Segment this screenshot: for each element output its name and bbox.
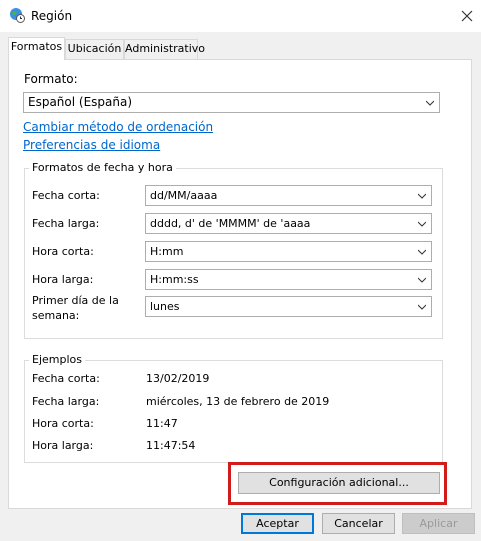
apply-label: Aplicar [419,517,458,530]
tab-label: Ubicación [67,42,122,55]
ok-label: Aceptar [256,517,299,530]
format-dropdown[interactable]: Español (España) [23,92,440,113]
sort-method-link[interactable]: Cambiar método de ordenación [23,120,213,134]
long-date-label: Fecha larga: [32,217,100,230]
additional-settings-button[interactable]: Configuración adicional... [238,472,440,494]
chevron-down-icon [418,249,426,255]
first-day-label: Primer día de la semana: [32,294,119,322]
example-long-time-value: 11:47:54 [146,439,196,452]
long-time-label: Hora larga: [32,273,94,286]
ok-button[interactable]: Aceptar [241,513,314,534]
cancel-label: Cancelar [334,517,383,530]
close-icon [461,10,473,22]
close-button[interactable] [454,4,480,28]
language-preferences-link[interactable]: Preferencias de idioma [23,138,160,152]
examples-group-title: Ejemplos [29,353,85,366]
example-short-date-value: 13/02/2019 [146,372,210,385]
short-time-dropdown[interactable]: H:mm [145,241,432,262]
chevron-down-icon [418,221,426,227]
long-time-dropdown[interactable]: H:mm:ss [145,269,432,290]
long-date-dropdown[interactable]: dddd, d' de 'MMMM' de 'aaaa [145,213,432,234]
example-short-time-label: Hora corta: [32,417,94,430]
example-long-date-label: Fecha larga: [32,395,100,408]
tab-ubicacion[interactable]: Ubicación [65,39,124,59]
window-title: Región [31,9,73,23]
example-short-time-value: 11:47 [146,417,178,430]
first-day-dropdown[interactable]: lunes [145,296,432,317]
short-date-value: dd/MM/aaaa [150,189,218,202]
chevron-down-icon [418,193,426,199]
short-date-label: Fecha corta: [32,189,100,202]
chevron-down-icon [418,304,426,310]
first-day-value: lunes [150,300,180,313]
example-long-time-label: Hora larga: [32,439,94,452]
datetime-group-title: Formatos de fecha y hora [29,161,176,174]
tab-formatos[interactable]: Formatos [8,37,65,60]
chevron-down-icon [426,100,434,106]
chevron-down-icon [418,277,426,283]
globe-clock-icon [9,7,25,23]
example-long-date-value: miércoles, 13 de febrero de 2019 [146,395,330,408]
tab-label: Administrativo [125,42,206,55]
short-time-label: Hora corta: [32,245,94,258]
long-time-value: H:mm:ss [150,273,199,286]
short-time-value: H:mm [150,245,184,258]
tab-administrativo[interactable]: Administrativo [124,39,205,59]
apply-button[interactable]: Aplicar [402,513,475,534]
additional-settings-label: Configuración adicional... [269,476,409,489]
format-label: Formato: [24,72,78,86]
tab-label: Formatos [10,40,63,53]
example-short-date-label: Fecha corta: [32,372,100,385]
short-date-dropdown[interactable]: dd/MM/aaaa [145,185,432,206]
long-date-value: dddd, d' de 'MMMM' de 'aaaa [150,217,311,230]
cancel-button[interactable]: Cancelar [322,513,395,534]
format-value: Español (España) [28,95,133,109]
title-bar: Región [0,0,481,32]
